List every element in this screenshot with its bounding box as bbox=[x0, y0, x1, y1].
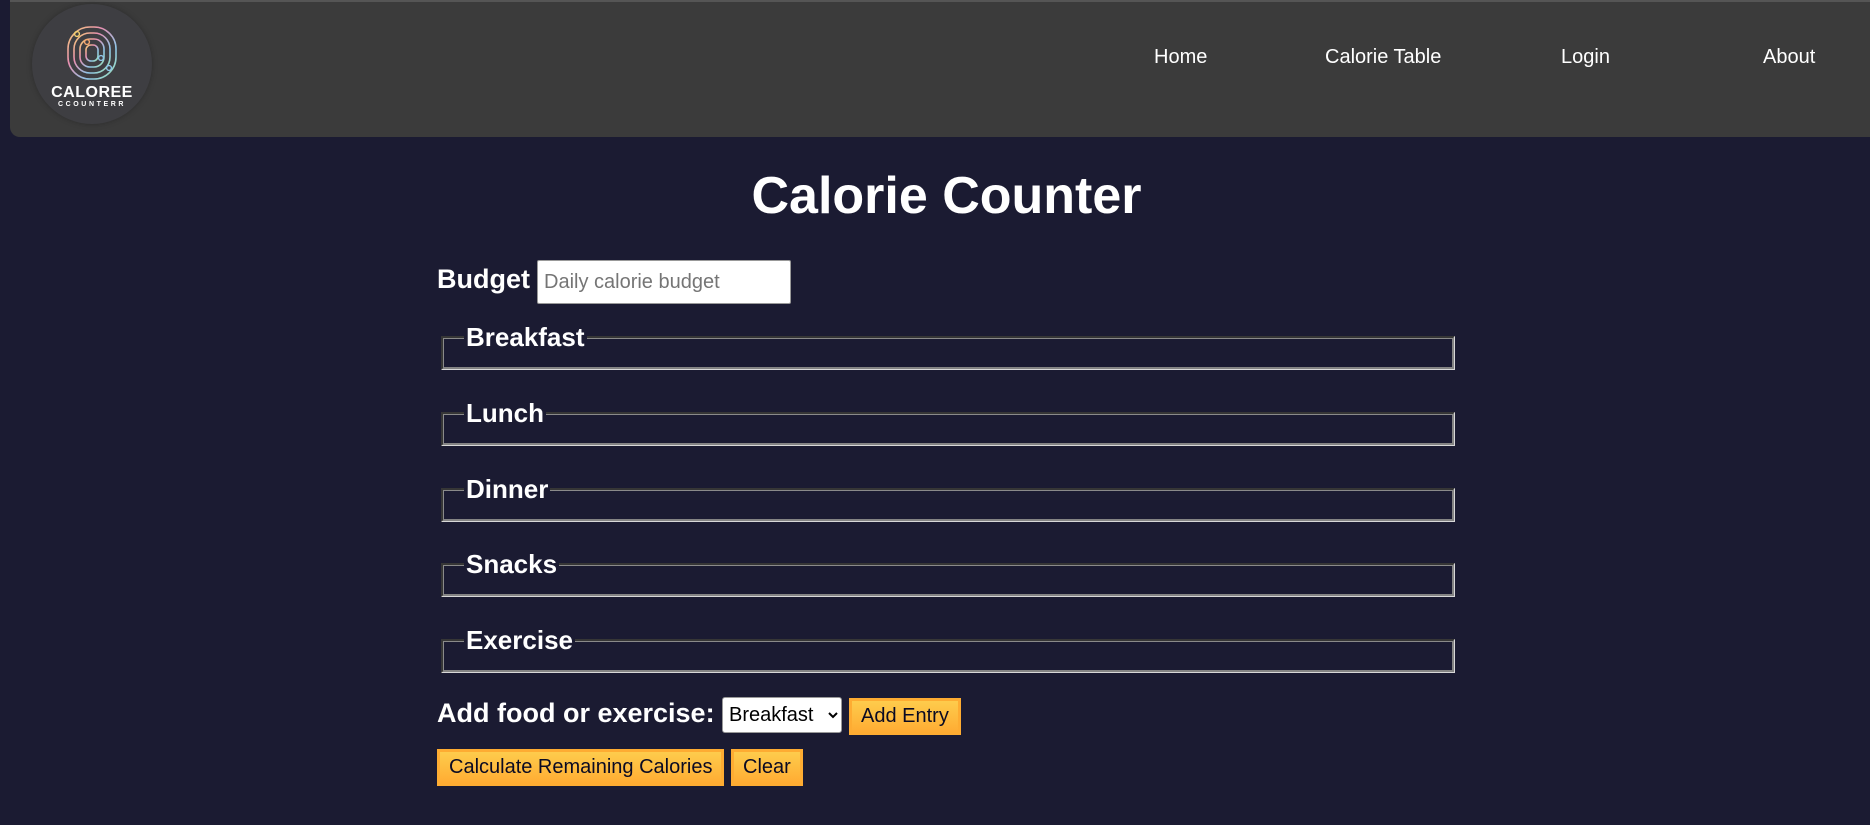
lunch-legend: Lunch bbox=[466, 398, 544, 428]
nav-home-link[interactable]: Home bbox=[1154, 46, 1207, 69]
add-entry-label: Add food or exercise: bbox=[437, 698, 715, 728]
exercise-legend: Exercise bbox=[466, 625, 573, 655]
clear-button[interactable]: Clear bbox=[731, 749, 803, 786]
dinner-legend: Dinner bbox=[466, 474, 549, 504]
add-entry-button[interactable]: Add Entry bbox=[849, 698, 961, 735]
nav-about-link[interactable]: About bbox=[1763, 46, 1815, 69]
snacks-legend: Snacks bbox=[466, 549, 558, 579]
nav-login-link[interactable]: Login bbox=[1561, 46, 1610, 69]
calculate-remaining-calories-button[interactable]: Calculate Remaining Calories bbox=[437, 749, 725, 786]
logo-icon bbox=[67, 26, 117, 80]
budget-input[interactable] bbox=[537, 260, 791, 304]
logo-text: CALOREE bbox=[51, 84, 133, 101]
snacks-section: Snacks bbox=[441, 551, 1455, 597]
dinner-section: Dinner bbox=[441, 476, 1455, 522]
budget-label: Budget bbox=[437, 264, 530, 294]
exercise-section: Exercise bbox=[441, 627, 1455, 673]
lunch-section: Lunch bbox=[441, 400, 1455, 446]
page-title: Calorie Counter bbox=[751, 167, 1142, 225]
breakfast-legend: Breakfast bbox=[466, 322, 585, 352]
site-header: CALOREE CCOUNTERR Home Calorie Table Log… bbox=[10, 0, 1870, 137]
logo-subtext: CCOUNTERR bbox=[57, 101, 127, 108]
entry-type-select[interactable]: Breakfast bbox=[722, 697, 842, 733]
nav-calorie-table-link[interactable]: Calorie Table bbox=[1325, 46, 1441, 69]
breakfast-section: Breakfast bbox=[441, 324, 1455, 370]
logo[interactable]: CALOREE CCOUNTERR bbox=[32, 4, 152, 124]
